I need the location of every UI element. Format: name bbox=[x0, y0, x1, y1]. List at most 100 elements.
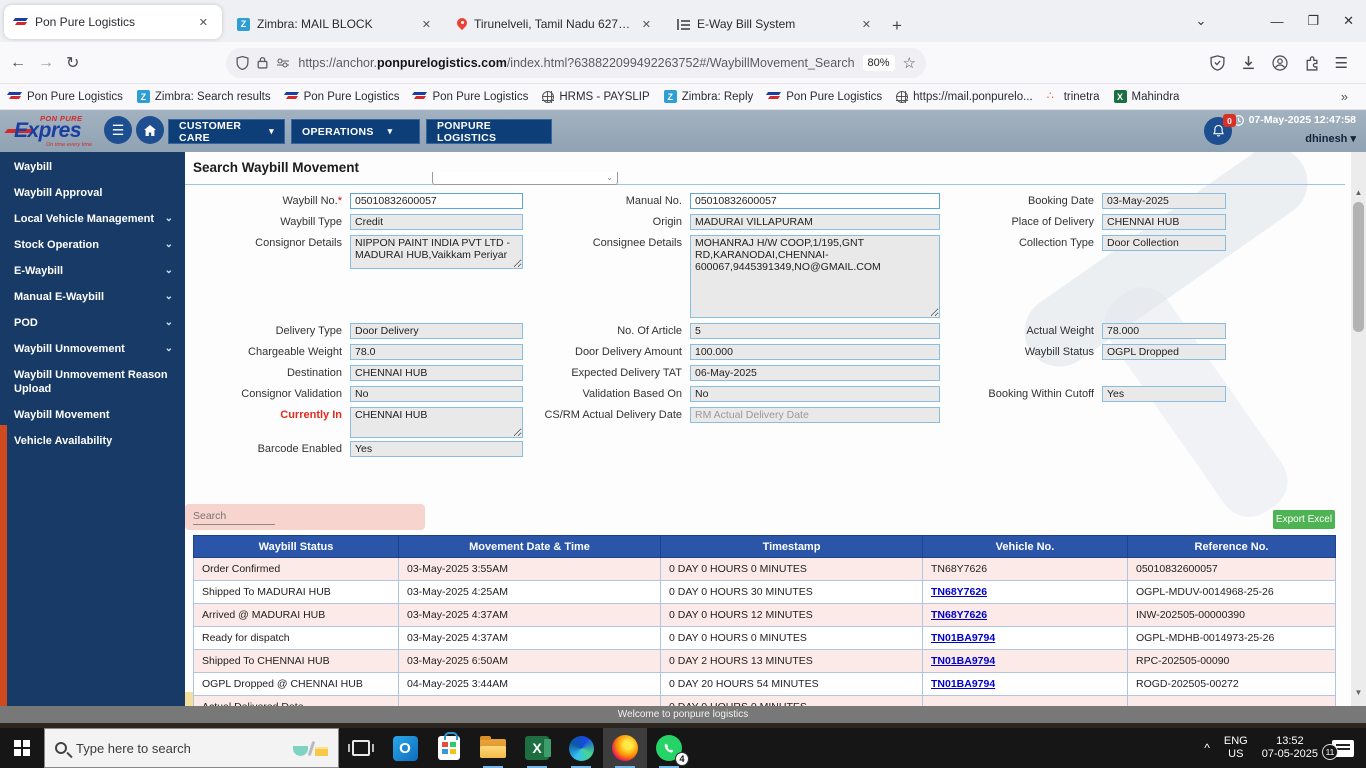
field-input-consignee_details[interactable]: MOHANRAJ H/W COOP,1/195,GNT RD,KARANODAI… bbox=[690, 235, 940, 318]
clock-date[interactable]: 13:52 07-05-2025 bbox=[1262, 735, 1318, 761]
field-input-manual_no[interactable] bbox=[690, 193, 940, 209]
taskbar-search-box[interactable]: Type here to search bbox=[44, 728, 339, 768]
sidebar-item-manual-e-waybill[interactable]: Manual E-Waybill ⌄ bbox=[0, 284, 185, 310]
language-indicator[interactable]: ENG US bbox=[1224, 735, 1248, 761]
taskbar-outlook-button[interactable]: O bbox=[383, 728, 427, 768]
field-input-no_of_article[interactable] bbox=[690, 323, 940, 339]
protections-icon[interactable] bbox=[1210, 54, 1225, 71]
field-input-collection_type[interactable] bbox=[1102, 235, 1226, 251]
sidebar-item-waybill-unmovement-reason-upload[interactable]: Waybill Unmovement Reason Upload bbox=[0, 362, 185, 402]
bookmark-star-icon[interactable]: ☆ bbox=[903, 54, 916, 72]
sidebar-item-pod[interactable]: POD ⌄ bbox=[0, 310, 185, 336]
browser-tab-3[interactable]: Tirunelveli, Tamil Nadu 627002 ✕ bbox=[447, 6, 665, 42]
tab-close-icon[interactable]: ✕ bbox=[858, 16, 875, 33]
bookmark-item-2[interactable]: Z Zimbra: Search results bbox=[136, 90, 271, 103]
url-field[interactable]: https://anchor.ponpurelogistics.com/inde… bbox=[226, 47, 926, 78]
field-input-place_of_delivery[interactable] bbox=[1102, 214, 1226, 230]
menu-customer-care[interactable]: CUSTOMER CARE ▾ bbox=[168, 119, 285, 144]
field-input-validation_based_on[interactable] bbox=[690, 386, 940, 402]
url-text[interactable]: https://anchor.ponpurelogistics.com/inde… bbox=[298, 56, 854, 70]
close-button[interactable]: ✕ bbox=[1331, 0, 1366, 42]
partial-dropdown[interactable]: ⌄ bbox=[432, 172, 618, 185]
extensions-icon[interactable] bbox=[1304, 55, 1319, 71]
field-input-consignor_validation[interactable] bbox=[350, 386, 523, 402]
taskbar-explorer-button[interactable] bbox=[471, 728, 515, 768]
taskbar-store-button[interactable] bbox=[427, 728, 471, 768]
vehicle-link[interactable]: TN01BA9794 bbox=[931, 678, 995, 690]
field-input-currently_in[interactable]: CHENNAI HUB bbox=[350, 407, 523, 438]
back-icon[interactable]: ← bbox=[10, 54, 26, 72]
field-input-consignor_details[interactable]: NIPPON PAINT INDIA PVT LTD - MADURAI HUB… bbox=[350, 235, 523, 269]
bookmark-item-9[interactable]: trinetra bbox=[1047, 89, 1100, 103]
browser-tab-1[interactable]: Pon Pure Logistics ✕ bbox=[4, 5, 222, 39]
field-input-waybill_status[interactable] bbox=[1102, 344, 1226, 360]
user-menu[interactable]: dhinesh ▾ bbox=[1305, 132, 1356, 145]
table-search-input[interactable] bbox=[193, 508, 275, 525]
brand-button[interactable]: PONPURE LOGISTICS bbox=[426, 119, 552, 144]
taskbar-edge-button[interactable] bbox=[559, 728, 603, 768]
bookmark-item-3[interactable]: Pon Pure Logistics bbox=[283, 91, 399, 103]
shield-icon[interactable] bbox=[236, 55, 249, 70]
account-icon[interactable] bbox=[1271, 54, 1288, 71]
bookmark-item-6[interactable]: Z Zimbra: Reply bbox=[663, 90, 753, 103]
browser-tab-2[interactable]: Z Zimbra: MAIL BLOCK ✕ bbox=[227, 6, 445, 42]
tabs-list-button[interactable]: ⌄ bbox=[1184, 0, 1219, 42]
table-header-timestamp[interactable]: Timestamp bbox=[660, 535, 923, 558]
start-button[interactable] bbox=[0, 728, 44, 768]
sidebar-item-stock-operation[interactable]: Stock Operation ⌄ bbox=[0, 232, 185, 258]
bookmark-item-1[interactable]: Pon Pure Logistics bbox=[6, 91, 123, 103]
field-input-waybill_type[interactable] bbox=[350, 214, 523, 230]
field-input-expected_delivery_tat[interactable] bbox=[690, 365, 940, 381]
field-input-delivery_type[interactable] bbox=[350, 323, 523, 339]
sidebar-item-e-waybill[interactable]: E-Waybill ⌄ bbox=[0, 258, 185, 284]
vehicle-link[interactable]: TN68Y7626 bbox=[931, 609, 987, 621]
scroll-down-icon[interactable]: ▼ bbox=[1351, 688, 1366, 697]
sidebar-item-local-vehicle-management[interactable]: Local Vehicle Management ⌄ bbox=[0, 206, 185, 232]
vehicle-link[interactable]: TN01BA9794 bbox=[931, 632, 995, 644]
taskbar-whatsapp-button[interactable]: 4 bbox=[647, 728, 691, 768]
scrollbar-thumb[interactable] bbox=[1353, 202, 1364, 332]
hidden-icons-chevron[interactable]: ^ bbox=[1204, 741, 1210, 755]
field-input-door_delivery_amount[interactable] bbox=[690, 344, 940, 360]
sidebar-item-waybill-approval[interactable]: Waybill Approval bbox=[0, 180, 185, 206]
hamburger-menu-icon[interactable]: ☰ bbox=[104, 116, 132, 144]
notifications-bell-icon[interactable]: 0 bbox=[1204, 114, 1236, 145]
taskbar-excel-button[interactable]: X bbox=[515, 728, 559, 768]
sidebar-item-vehicle-availability[interactable]: Vehicle Availability bbox=[0, 428, 185, 454]
action-center[interactable]: 11 bbox=[1322, 739, 1354, 760]
bookmarks-overflow-icon[interactable]: » bbox=[1341, 89, 1358, 104]
field-input-actual_weight[interactable] bbox=[1102, 323, 1226, 339]
table-header-vehicle-no-[interactable]: Vehicle No. bbox=[922, 535, 1128, 558]
bookmark-item-5[interactable]: HRMS - PAYSLIP bbox=[542, 90, 650, 103]
forward-icon[interactable]: → bbox=[38, 54, 54, 72]
menu-icon[interactable]: ☰ bbox=[1335, 54, 1348, 72]
zoom-level-badge[interactable]: 80% bbox=[862, 54, 895, 71]
sidebar-item-waybill-unmovement[interactable]: Waybill Unmovement ⌄ bbox=[0, 336, 185, 362]
lock-icon[interactable] bbox=[257, 56, 268, 69]
minimize-button[interactable]: — bbox=[1258, 0, 1295, 42]
tab-close-icon[interactable]: ✕ bbox=[418, 16, 435, 33]
bookmark-item-7[interactable]: Pon Pure Logistics bbox=[766, 91, 882, 103]
task-view-button[interactable] bbox=[339, 728, 383, 768]
bookmark-item-10[interactable]: X Mahindra bbox=[1113, 90, 1179, 103]
vertical-scrollbar[interactable]: ▲ ▼ bbox=[1351, 152, 1366, 706]
taskbar-firefox-button[interactable] bbox=[603, 728, 647, 768]
field-input-chargeable_weight[interactable] bbox=[350, 344, 523, 360]
table-header-waybill-status[interactable]: Waybill Status bbox=[193, 535, 399, 558]
tab-close-icon[interactable]: ✕ bbox=[638, 16, 655, 33]
vehicle-link[interactable]: TN01BA9794 bbox=[931, 655, 995, 667]
field-input-cs_rm_actual_delivery_date[interactable] bbox=[690, 407, 940, 423]
tab-close-icon[interactable]: ✕ bbox=[195, 14, 212, 31]
sidebar-item-waybill[interactable]: Waybill bbox=[0, 154, 185, 180]
menu-operations[interactable]: OPERATIONS ▾ bbox=[291, 119, 420, 144]
table-header-reference-no-[interactable]: Reference No. bbox=[1127, 535, 1336, 558]
bookmark-item-4[interactable]: Pon Pure Logistics bbox=[412, 91, 528, 103]
field-input-origin[interactable] bbox=[690, 214, 940, 230]
home-icon[interactable] bbox=[136, 116, 164, 144]
permissions-icon[interactable] bbox=[276, 57, 290, 69]
field-input-destination[interactable] bbox=[350, 365, 523, 381]
new-tab-button[interactable]: + bbox=[886, 16, 912, 42]
browser-tab-4[interactable]: E-Way Bill System ✕ bbox=[667, 6, 885, 42]
vehicle-link[interactable]: TN68Y7626 bbox=[931, 586, 987, 598]
sidebar-item-waybill-movement[interactable]: Waybill Movement bbox=[0, 402, 185, 428]
